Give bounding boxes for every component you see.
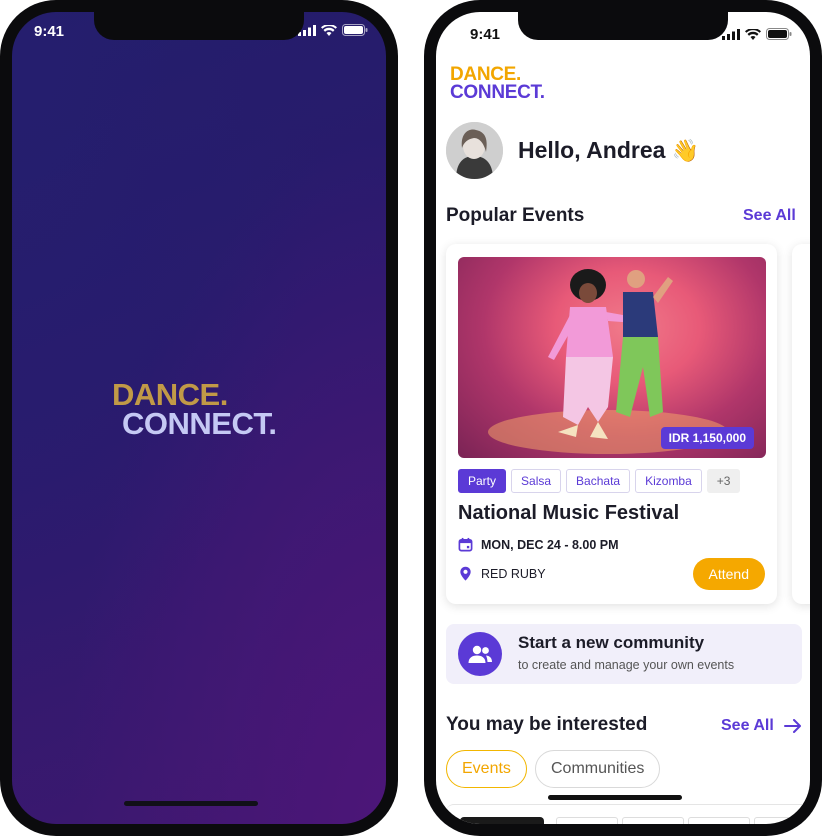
phone-frame-splash: 9:41 DANCE. CONNECT. — [0, 0, 398, 836]
location-pin-icon — [460, 566, 471, 581]
status-icons — [722, 28, 792, 40]
start-community-banner[interactable]: Start a new community to create and mana… — [446, 624, 802, 684]
tag-salsa[interactable]: Salsa — [511, 469, 562, 493]
interested-title: You may be interested — [446, 714, 648, 735]
notch — [518, 12, 728, 40]
notch — [94, 12, 304, 40]
event-date-text: MON, DEC 24 - 8.00 PM — [481, 537, 619, 552]
calendar-icon — [458, 537, 473, 552]
list-item-tag — [688, 817, 750, 824]
list-item-tag — [556, 817, 618, 824]
home-indicator[interactable] — [548, 795, 682, 800]
wifi-icon — [745, 28, 761, 40]
popular-events-see-all[interactable]: See All — [743, 207, 796, 225]
avatar[interactable] — [446, 122, 503, 179]
battery-icon — [766, 28, 792, 40]
tag-bachata[interactable]: Bachata — [566, 469, 631, 493]
list-item-tag — [754, 817, 804, 824]
people-icon — [468, 645, 492, 663]
greeting: Hello, Andrea 👋 — [518, 137, 699, 164]
phone-frame-home: 9:41 DANCE. CONNECT. Hello, Andrea 👋 Pop… — [424, 0, 822, 836]
event-venue: RED RUBY — [458, 566, 546, 581]
status-time: 9:41 — [470, 26, 501, 43]
event-card-next[interactable] — [792, 244, 810, 604]
battery-icon — [342, 24, 368, 36]
filter-communities[interactable]: Communities — [535, 750, 661, 788]
status-time: 9:41 — [34, 23, 65, 40]
event-tags: Party Salsa Bachata Kizomba +3 — [458, 469, 741, 493]
list-item-thumbnail — [460, 817, 544, 824]
event-image[interactable]: IDR 1,150,000 — [458, 257, 766, 458]
popular-events-title: Popular Events — [446, 205, 585, 226]
event-venue-text: RED RUBY — [481, 566, 546, 581]
logo-line-connect: CONNECT. — [122, 406, 277, 441]
event-card[interactable]: IDR 1,150,000 Party Salsa Bachata Kizomb… — [446, 244, 777, 604]
logo-line-dance: DANCE. — [112, 377, 228, 412]
attend-button[interactable]: Attend — [692, 558, 765, 590]
app-logo[interactable]: DANCE. CONNECT. — [450, 65, 545, 103]
community-icon — [458, 632, 502, 676]
avatar-photo — [446, 122, 503, 179]
greeting-text: Hello, Andrea — [518, 137, 666, 163]
community-subtitle: to create and manage your own events — [518, 658, 735, 672]
logo-line-connect: CONNECT. — [450, 82, 545, 103]
status-icons — [298, 24, 368, 36]
splash-logo: DANCE. CONNECT. — [112, 377, 277, 441]
filter-events[interactable]: Events — [446, 750, 527, 788]
price-badge: IDR 1,150,000 — [660, 427, 754, 449]
tag-more[interactable]: +3 — [706, 469, 741, 493]
interested-see-all-label: See All — [721, 717, 774, 734]
splash-screen: 9:41 DANCE. CONNECT. — [12, 12, 386, 824]
tag-kizomba[interactable]: Kizomba — [635, 469, 702, 493]
interested-list-item[interactable] — [446, 804, 810, 824]
list-item-tag — [622, 817, 684, 824]
wifi-icon — [321, 24, 337, 36]
home-screen: 9:41 DANCE. CONNECT. Hello, Andrea 👋 Pop… — [436, 12, 810, 824]
home-indicator[interactable] — [124, 801, 258, 806]
event-date: MON, DEC 24 - 8.00 PM — [458, 537, 619, 552]
event-name: National Music Festival — [458, 502, 680, 524]
wave-emoji: 👋 — [671, 138, 700, 163]
arrow-right-icon — [783, 719, 801, 733]
community-title: Start a new community — [518, 633, 705, 652]
tag-party[interactable]: Party — [458, 469, 507, 493]
interested-see-all[interactable]: See All — [721, 717, 802, 735]
